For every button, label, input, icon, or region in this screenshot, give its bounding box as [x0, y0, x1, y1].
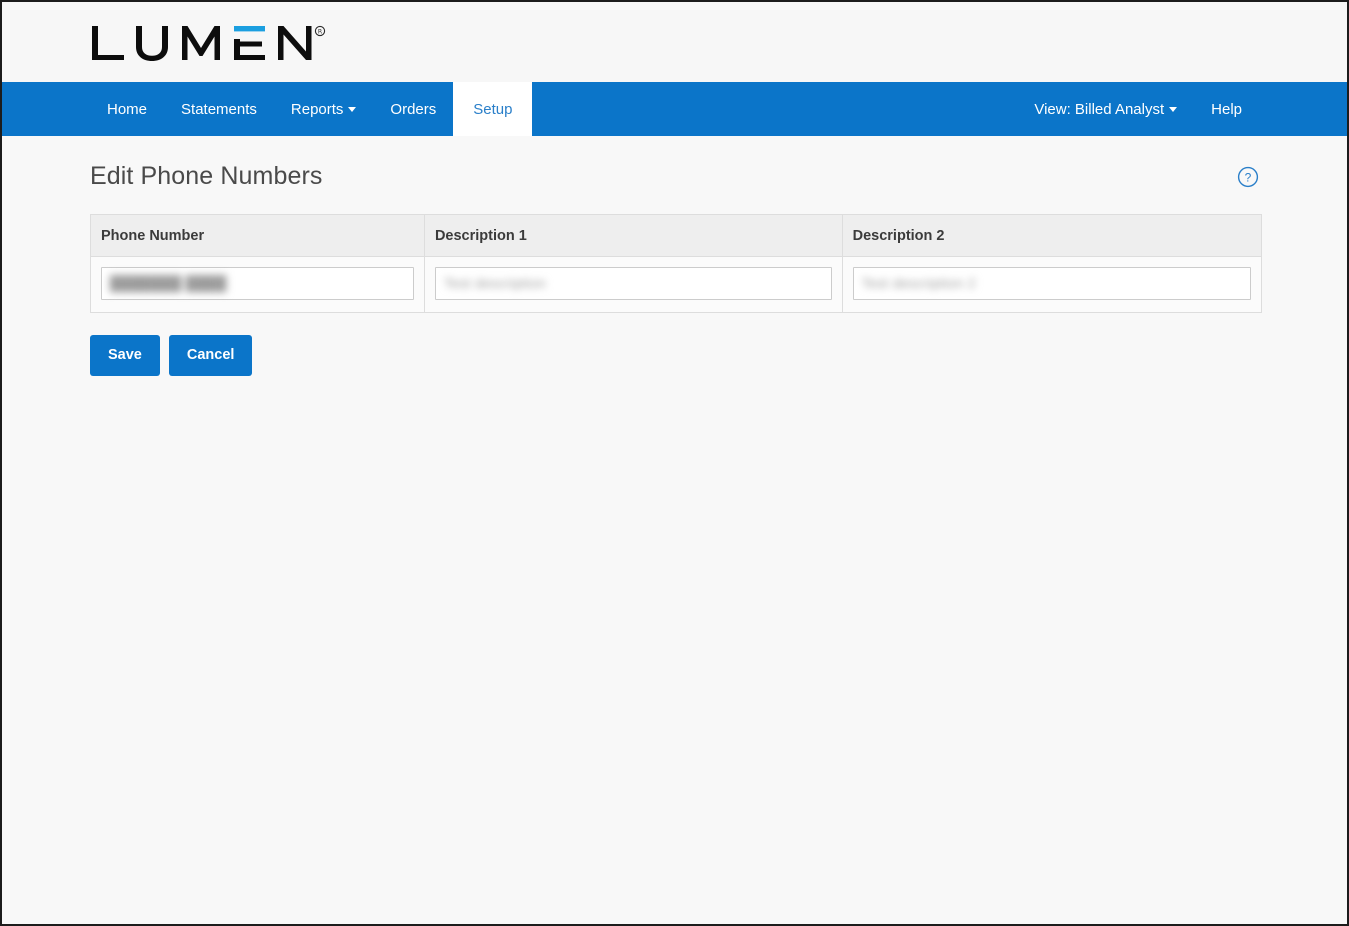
nav-item-label: Reports: [290, 100, 344, 118]
nav-item-label: Statements: [181, 100, 257, 118]
nav-item-view-selector[interactable]: View: Billed Analyst: [1017, 82, 1194, 136]
nav-item-orders[interactable]: Orders: [373, 82, 453, 136]
chevron-down-icon: [348, 106, 357, 112]
nav-item-setup[interactable]: Setup: [453, 82, 533, 136]
nav-item-label: Orders: [390, 100, 437, 118]
column-header-phone-number: Phone Number: [91, 215, 425, 257]
lumen-logo[interactable]: R: [90, 20, 328, 64]
table-row: ███████ ████ Test description Test descr…: [91, 256, 1261, 312]
nav-item-home[interactable]: Home: [90, 82, 164, 136]
table-head: Phone Number Description 1 Description 2: [91, 215, 1261, 257]
masthead: R: [2, 2, 1347, 82]
nav-item-reports[interactable]: Reports: [274, 82, 374, 136]
nav-item-help[interactable]: Help: [1194, 82, 1259, 136]
page-title: Edit Phone Numbers: [90, 162, 323, 190]
primary-navbar: Home Statements Reports Orders Setup Vie…: [2, 82, 1347, 136]
main-content: Edit Phone Numbers ? Phone Number Descri…: [2, 136, 1347, 376]
page-header: Edit Phone Numbers ?: [90, 136, 1259, 191]
browser-page: R Home Statements Reports Orders Setup V…: [0, 0, 1349, 926]
cell-phone-number: ███████ ████: [91, 256, 425, 312]
description-1-field-wrap: Test description: [434, 267, 832, 300]
lumen-logo-graphic: R: [92, 25, 326, 61]
column-header-description-1: Description 1: [424, 215, 843, 257]
cancel-button[interactable]: Cancel: [168, 335, 253, 376]
question-mark-circle-icon: ?: [1237, 166, 1259, 187]
description-2-field-wrap: Test description 2: [852, 267, 1251, 300]
nav-item-label: Home: [107, 100, 148, 118]
navbar-left-group: Home Statements Reports Orders Setup: [90, 82, 533, 136]
help-icon[interactable]: ?: [1237, 166, 1259, 188]
phone-number-input[interactable]: [101, 267, 414, 300]
phone-number-field-wrap: ███████ ████: [101, 267, 414, 300]
save-button[interactable]: Save: [90, 335, 160, 376]
svg-text:?: ?: [1245, 170, 1252, 184]
table-header-row: Phone Number Description 1 Description 2: [91, 215, 1261, 257]
table-body: ███████ ████ Test description Test descr…: [91, 256, 1261, 312]
phone-numbers-grid: Phone Number Description 1 Description 2…: [90, 214, 1262, 313]
view-selector-label: View: Billed Analyst: [1034, 100, 1165, 118]
nav-item-label: Setup: [473, 100, 513, 118]
navbar-right-group: View: Billed Analyst Help: [1017, 82, 1259, 136]
cell-description-2: Test description 2: [842, 256, 1261, 312]
phone-numbers-table: Phone Number Description 1 Description 2…: [91, 215, 1261, 312]
description-1-input[interactable]: [434, 267, 832, 300]
cell-description-1: Test description: [424, 256, 843, 312]
nav-item-statements[interactable]: Statements: [164, 82, 274, 136]
nav-item-label: Help: [1211, 100, 1242, 118]
form-actions: Save Cancel: [90, 335, 1259, 376]
description-2-input[interactable]: [852, 267, 1251, 300]
chevron-down-icon: [1169, 106, 1178, 112]
svg-text:R: R: [318, 29, 323, 36]
column-header-description-2: Description 2: [842, 215, 1261, 257]
